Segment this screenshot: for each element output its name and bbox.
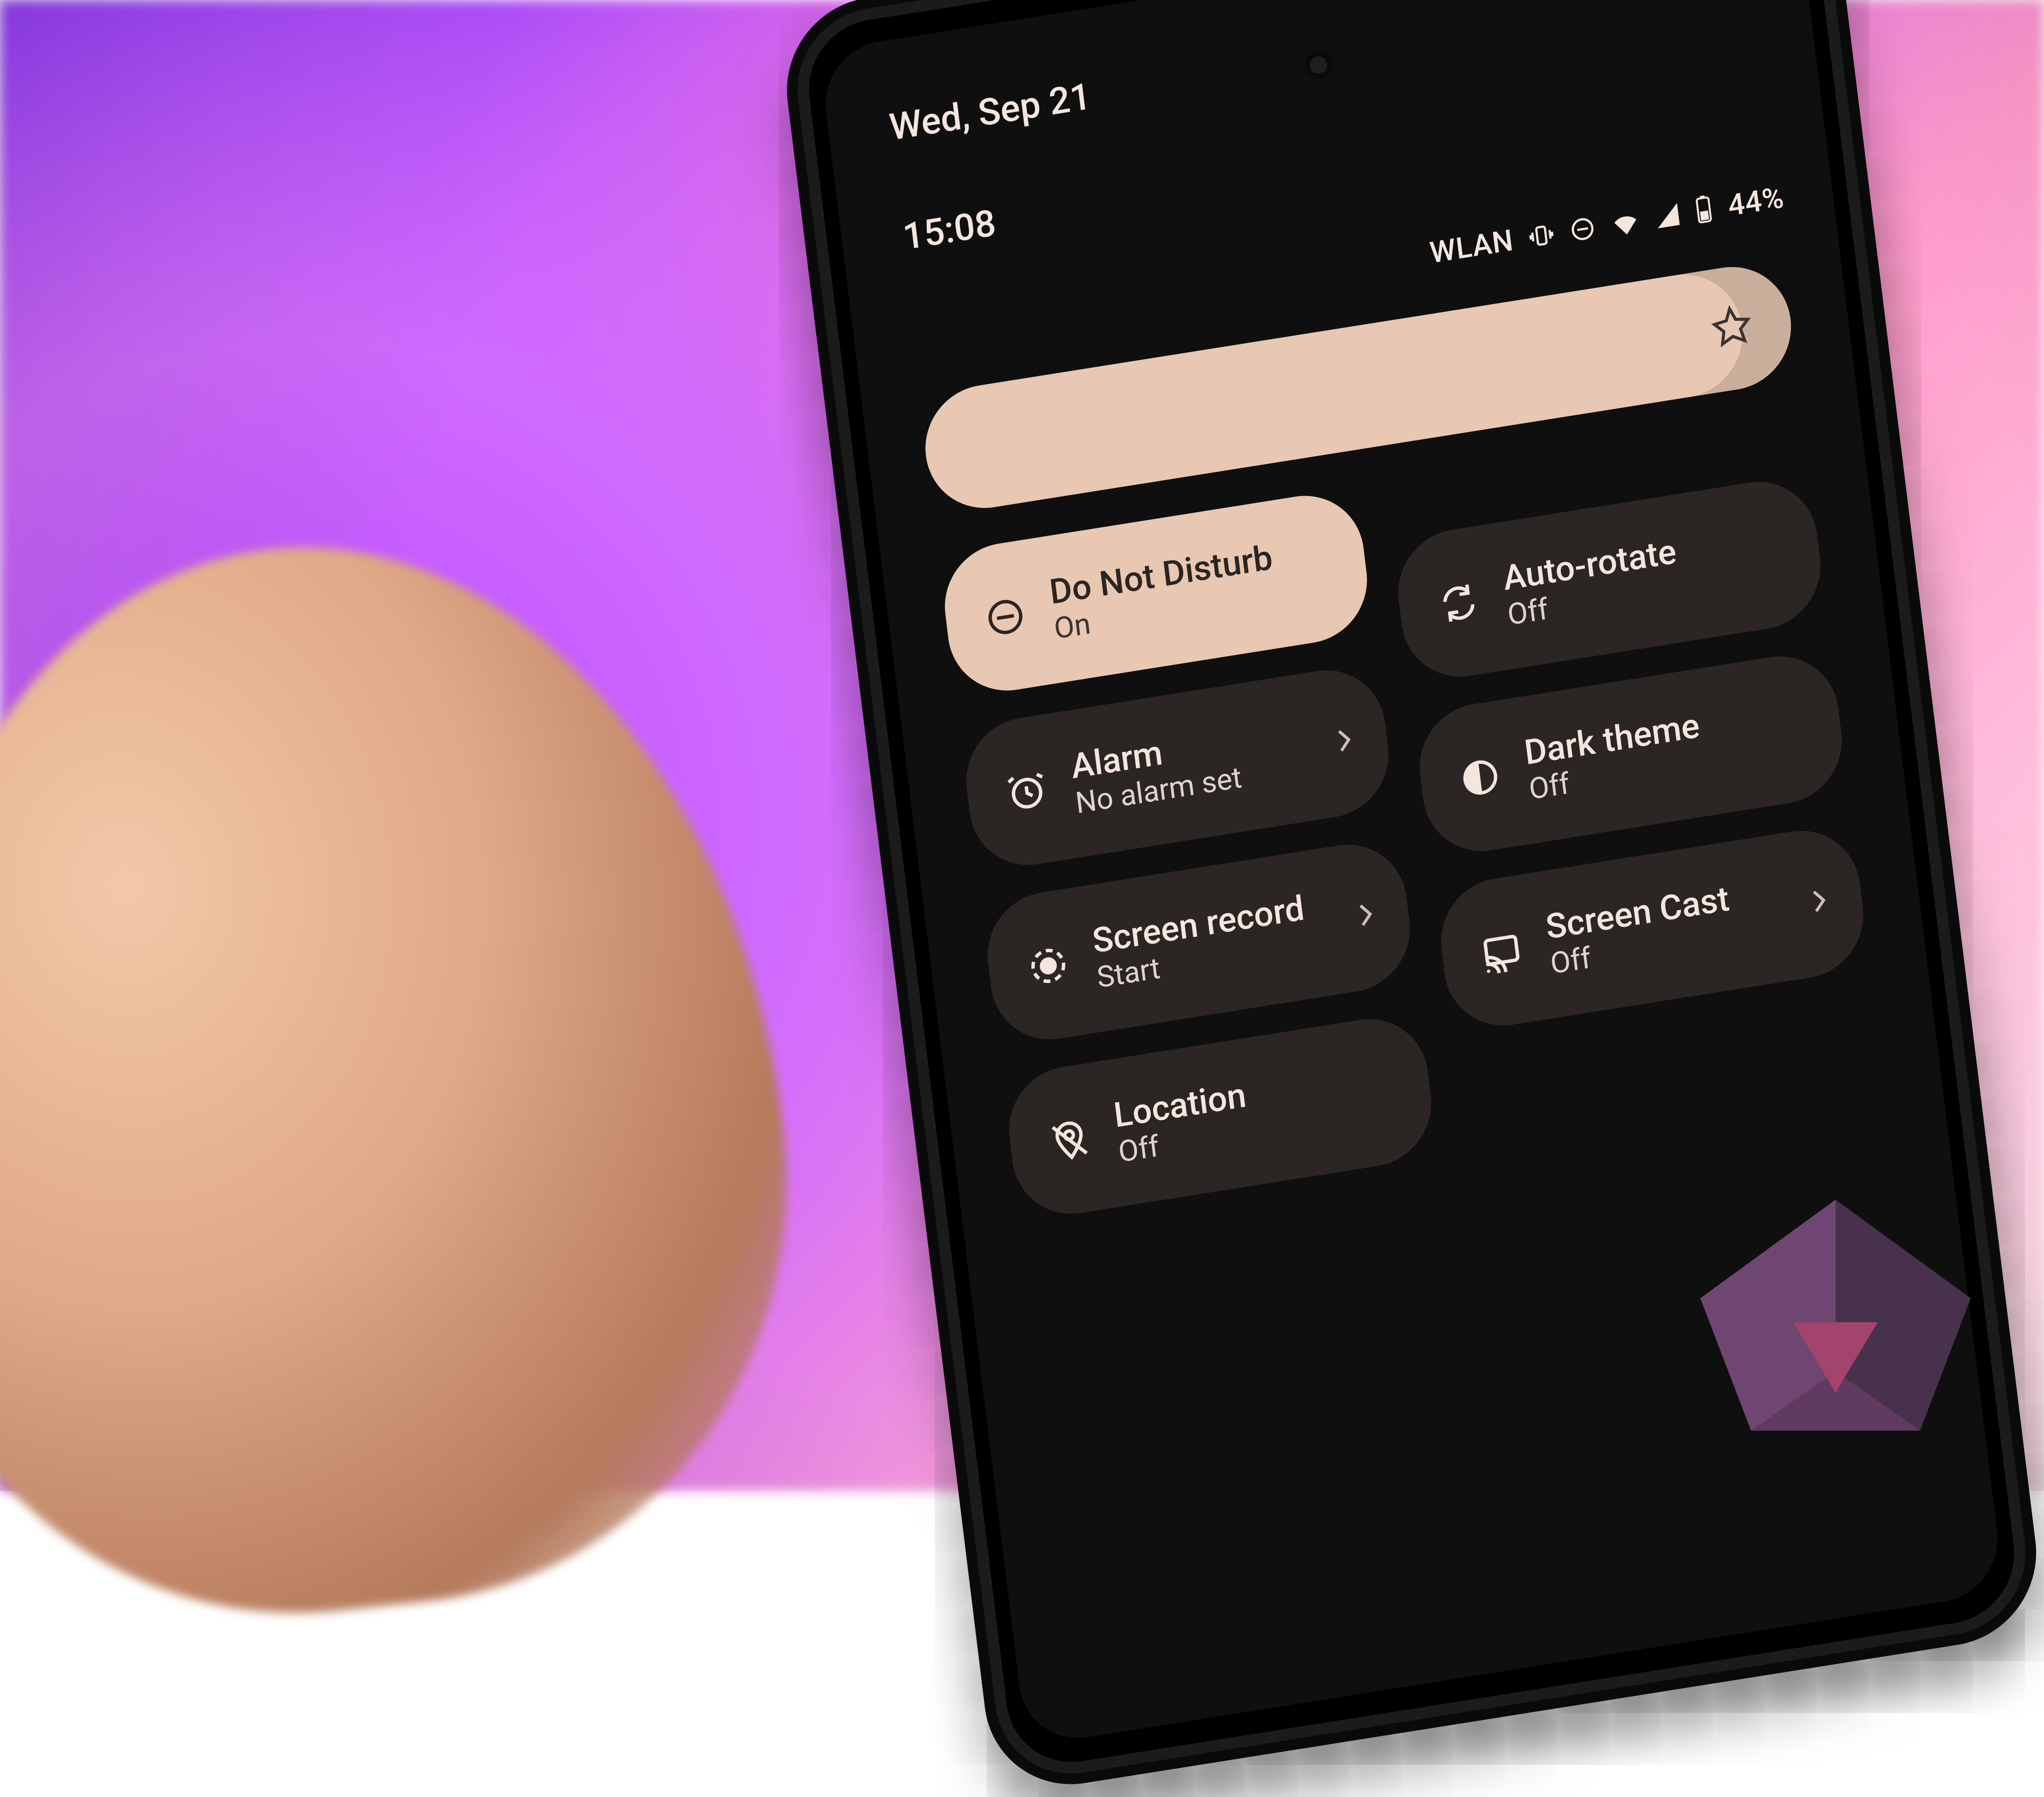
status-battery-label: 44% — [1726, 180, 1786, 223]
wifi-icon — [1609, 208, 1641, 237]
cast-icon — [1477, 926, 1526, 978]
front-camera — [1303, 49, 1335, 81]
brightness-icon — [1707, 302, 1757, 355]
tile-alarm[interactable]: Alarm No alarm set — [959, 662, 1396, 874]
phone-device: Wed, Sep 21 15:08 WLAN 44 — [777, 0, 2044, 1797]
signal-icon — [1654, 201, 1681, 230]
watermark-logo — [1688, 1188, 1983, 1442]
header-date: Wed, Sep 21 — [887, 75, 1093, 149]
status-bar: WLAN 44% — [1428, 180, 1786, 270]
auto-rotate-icon — [1434, 577, 1484, 629]
header-time: 15:08 — [901, 201, 998, 259]
dark-theme-icon — [1455, 752, 1505, 803]
dnd-icon — [980, 591, 1030, 643]
alarm-icon — [1002, 765, 1052, 817]
tiles-column-right: Auto-rotate Off Dark theme Off — [1384, 416, 1885, 1152]
dnd-status-icon — [1568, 214, 1597, 244]
chevron-right-icon — [1354, 901, 1377, 930]
status-network-label: WLAN — [1428, 223, 1515, 271]
tile-screen-record[interactable]: Screen record Start — [981, 836, 1417, 1048]
location-off-icon — [1045, 1114, 1095, 1166]
tile-do-not-disturb[interactable]: Do Not Disturb On — [938, 487, 1374, 699]
tiles-column-left: Do Not Disturb On Alarm No alarm set — [938, 487, 1438, 1223]
screen-record-icon — [1023, 940, 1073, 991]
quick-settings-tiles: Do Not Disturb On Alarm No alarm set — [938, 416, 1885, 1223]
tile-auto-rotate[interactable]: Auto-rotate Off — [1391, 473, 1827, 685]
phone-screen: Wed, Sep 21 15:08 WLAN 44 — [818, 0, 2004, 1747]
battery-icon — [1693, 194, 1715, 225]
tile-dark-theme[interactable]: Dark theme Off — [1413, 648, 1849, 860]
chevron-right-icon — [1807, 887, 1831, 916]
tile-location[interactable]: Location Off — [1002, 1010, 1438, 1222]
vibrate-icon — [1527, 220, 1556, 251]
chevron-right-icon — [1332, 727, 1356, 756]
phone-frame: Wed, Sep 21 15:08 WLAN 44 — [777, 0, 2044, 1797]
tile-screen-cast[interactable]: Screen Cast Off — [1434, 822, 1870, 1034]
